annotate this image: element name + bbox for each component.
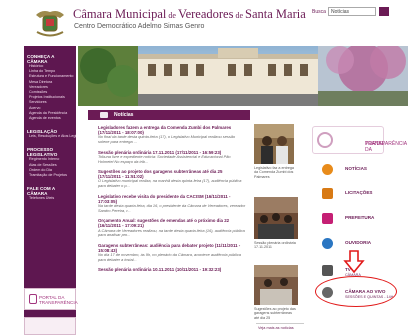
nav-section-title: CONHEÇA A CÂMARA bbox=[27, 54, 55, 64]
hero-building-photo bbox=[78, 46, 408, 106]
news-photo-palmares[interactable] bbox=[254, 124, 294, 164]
transparency-portal-banner[interactable]: PORTAL DA TRANSPARÊNCIA bbox=[312, 126, 407, 154]
news-item[interactable]: Legisladores fazem a entrega da Comenda … bbox=[98, 125, 246, 145]
news-item[interactable]: Sugestões ao projeto dos garagens subter… bbox=[98, 169, 246, 189]
news-icon bbox=[100, 112, 108, 118]
see-more-news-link[interactable]: Veja mais as notícias bbox=[256, 323, 304, 332]
nav-item[interactable]: Estrutura e Funcionamento bbox=[24, 74, 76, 79]
city-hall-icon bbox=[322, 213, 333, 224]
news-item[interactable]: Sessão plenária ordinária 10.11.2011 (10… bbox=[98, 267, 246, 272]
news-photo-session[interactable] bbox=[254, 197, 298, 239]
photo-caption: Sessão plenária ordinária 17.11.2011 bbox=[254, 241, 296, 250]
news-item[interactable]: Garagens subterrâneas: audiência para de… bbox=[98, 243, 246, 263]
tenders-icon bbox=[322, 188, 333, 199]
nav-item[interactable]: Tramitação de Projetos bbox=[24, 173, 76, 178]
menu-tenders[interactable]: LICITAÇÕES bbox=[318, 186, 388, 202]
document-icon bbox=[29, 294, 37, 304]
photo-caption: Sugestões ao projeto das garagens subter… bbox=[254, 307, 296, 320]
news-excerpt: Na tarde desta quarta-feira, dia 16, o p… bbox=[98, 202, 246, 213]
photo-caption: Legislativo faz a entrega da Comenda Zum… bbox=[254, 166, 294, 179]
coat-of-arms-logo[interactable] bbox=[33, 8, 67, 38]
nav-item[interactable]: Leis, Resoluções e Atos Legislativos bbox=[24, 134, 76, 139]
site-title[interactable]: Câmara Municipal de Vereadores de Santa … bbox=[73, 7, 306, 22]
news-excerpt: O Legislativo municipal realiza, na manh… bbox=[98, 178, 242, 189]
nav-item[interactable]: Agenda de eventos bbox=[24, 116, 76, 121]
news-photo-garages[interactable] bbox=[254, 265, 298, 305]
nav-section-title: FALE COM A CÂMARA bbox=[27, 186, 55, 197]
search-button[interactable] bbox=[379, 7, 389, 16]
menu-city-hall[interactable]: PREFEITURA bbox=[318, 211, 388, 227]
red-arrow-annotation bbox=[343, 250, 365, 274]
search-label: Busca bbox=[312, 9, 326, 15]
news-item[interactable]: Orçamento Anual: sugestões de emendas at… bbox=[98, 218, 246, 238]
red-highlight-oval bbox=[315, 276, 397, 307]
news-title[interactable]: Sessão plenária ordinária 10.11.2011 (10… bbox=[98, 267, 246, 272]
news-list: Legisladores fazem a entrega da Comenda … bbox=[98, 125, 246, 277]
header: Câmara Municipal de Vereadores de Santa … bbox=[0, 0, 409, 44]
news-excerpt: No dia 17 de novembro, às 9h, no plenári… bbox=[98, 252, 241, 262]
transparency-portal-banner-left[interactable]: PORTAL DA TRANSPARÊNCIA bbox=[24, 288, 78, 310]
news-item[interactable]: Legislativo recebe visita do presidente … bbox=[98, 194, 246, 214]
news-section-header: Notícias bbox=[88, 110, 250, 120]
news-excerpt: A Câmara de Vereadores realizou, na tard… bbox=[98, 227, 245, 238]
search-input[interactable] bbox=[328, 7, 376, 16]
ombudsman-icon bbox=[322, 238, 333, 249]
tv-icon bbox=[322, 265, 333, 276]
news-icon bbox=[322, 164, 333, 175]
news-excerpt: No final da tarde desta quinta-feira (17… bbox=[98, 134, 236, 145]
news-item[interactable]: Sessão plenária ordinária 17.11.2011 (17… bbox=[98, 150, 246, 165]
menu-news[interactable]: NOTÍCIAS bbox=[318, 162, 388, 178]
sidebar-banner[interactable] bbox=[24, 317, 76, 335]
news-excerpt: Tribuna livre e expediente notícia: Soci… bbox=[98, 153, 231, 164]
nav-item[interactable]: Telefones Úteis bbox=[24, 196, 76, 201]
nav-section-title: PROCESSO LEGISLATIVO bbox=[27, 147, 58, 158]
site-subtitle: Centro Democrático Adelmo Simas Genro bbox=[74, 23, 205, 30]
transparency-portal-icon bbox=[317, 132, 333, 148]
